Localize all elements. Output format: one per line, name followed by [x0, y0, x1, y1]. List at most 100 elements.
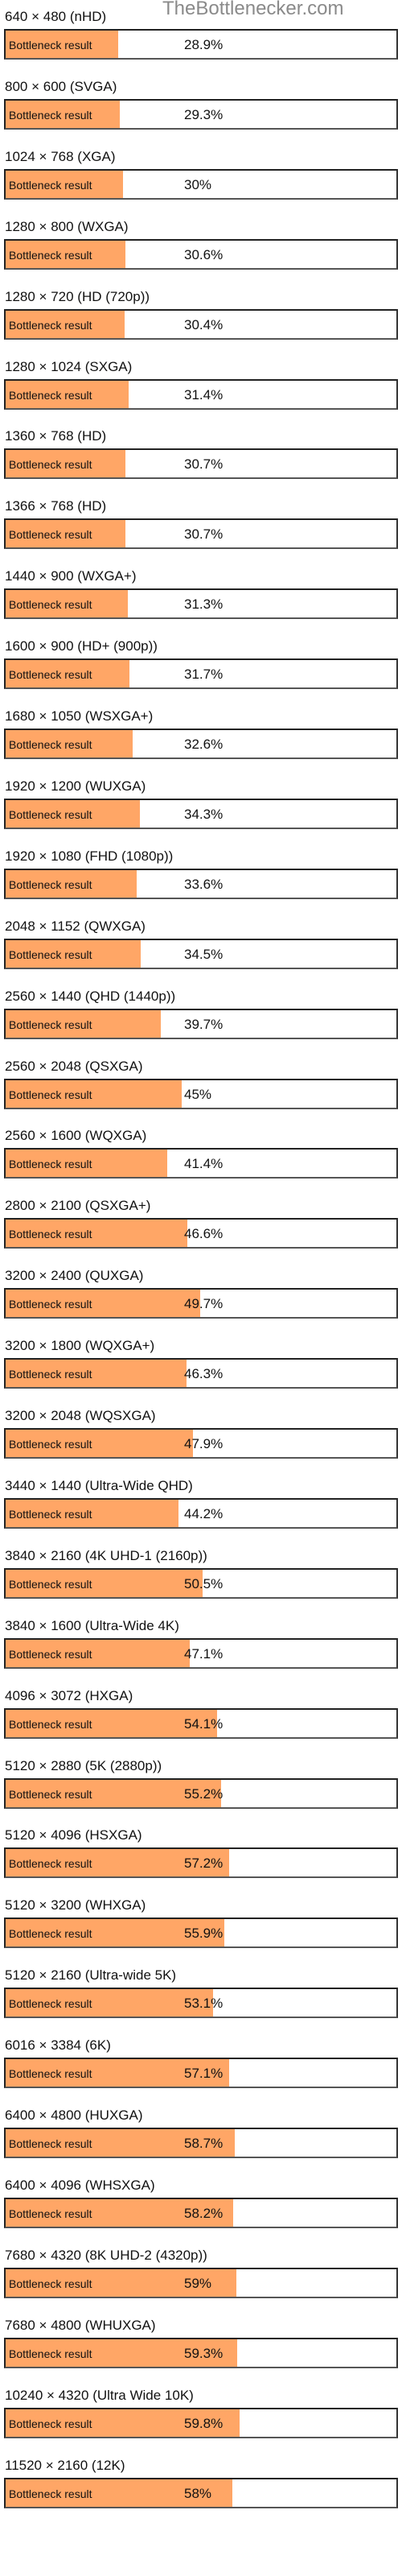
- resolution-row: 2560 × 1440 (QHD (1440p)) Bottleneck resu…: [0, 989, 402, 1059]
- resolution-label: 1440 × 900 (WXGA+): [5, 568, 137, 584]
- bottleneck-value: 45%: [184, 1086, 212, 1102]
- resolution-row: 3200 × 2400 (QUXGA) Bottleneck result 49.7…: [0, 1268, 402, 1339]
- bottleneck-result-label: Bottleneck result: [9, 2417, 92, 2430]
- bottleneck-result-label: Bottleneck result: [9, 1927, 92, 1941]
- bottleneck-result-label: Bottleneck result: [9, 1438, 92, 1451]
- resolution-row: 1024 × 768 (XGA) Bottleneck result 30%: [0, 149, 402, 220]
- resolution-row: 1366 × 768 (HD) Bottleneck result 30.7%: [0, 498, 402, 569]
- resolution-row: 1360 × 768 (HD) Bottleneck result 30.7%: [0, 428, 402, 499]
- bottleneck-result-label: Bottleneck result: [9, 1507, 92, 1521]
- bottleneck-result-label: Bottleneck result: [9, 1088, 92, 1101]
- bottleneck-result-label: Bottleneck result: [9, 877, 92, 891]
- bottleneck-bar: Bottleneck result 31.3%: [4, 588, 398, 620]
- resolution-label: 3200 × 1800 (WQXGA+): [5, 1338, 155, 1354]
- bottleneck-value: 30.7%: [184, 456, 224, 473]
- resolution-row: 5120 × 2160 (Ultra-wide 5K) Bottleneck re…: [0, 1967, 402, 2038]
- bottleneck-result-label: Bottleneck result: [9, 458, 92, 472]
- bottleneck-bar: Bottleneck result 58.7%: [4, 2128, 398, 2158]
- resolution-row: 2560 × 1600 (WQXGA) Bottleneck result 41.4…: [0, 1128, 402, 1199]
- bottleneck-bar: Bottleneck result 34.3%: [4, 798, 398, 829]
- resolution-label: 800 × 600 (SVGA): [5, 78, 117, 94]
- resolution-row: 1680 × 1050 (WSXGA+) Bottleneck result 32.…: [0, 708, 402, 779]
- bottleneck-result-label: Bottleneck result: [9, 1717, 92, 1731]
- bottleneck-value: 34.5%: [184, 946, 224, 962]
- bottleneck-bar: Bottleneck result 41.4%: [4, 1148, 398, 1179]
- bottleneck-bar: Bottleneck result 46.6%: [4, 1218, 398, 1249]
- bottleneck-bar: Bottleneck result 55.9%: [4, 1918, 398, 1949]
- bottleneck-bar: Bottleneck result 34.5%: [4, 938, 398, 969]
- bottleneck-result-label: Bottleneck result: [9, 1158, 92, 1171]
- bottleneck-result-label: Bottleneck result: [9, 388, 92, 402]
- bottleneck-value: 31.4%: [184, 386, 224, 402]
- bottleneck-bar: Bottleneck result 59%: [4, 2267, 398, 2298]
- bottleneck-value: 50.5%: [184, 1575, 224, 1591]
- bottleneck-result-label: Bottleneck result: [9, 947, 92, 961]
- resolution-row: 1280 × 800 (WXGA) Bottleneck result 30.6%: [0, 219, 402, 290]
- resolution-row: 2048 × 1152 (QWXGA) Bottleneck result 34.5…: [0, 919, 402, 989]
- bottleneck-value: 59.3%: [184, 2345, 224, 2361]
- resolution-row: 1440 × 900 (WXGA+) Bottleneck result 31.3%: [0, 568, 402, 639]
- resolution-label: 1680 × 1050 (WSXGA+): [5, 708, 154, 724]
- bottleneck-value: 57.1%: [184, 2066, 224, 2082]
- resolution-label: 10240 × 4320 (Ultra Wide 10K): [5, 2387, 194, 2403]
- bottleneck-bar: Bottleneck result 32.6%: [4, 729, 398, 759]
- resolution-label: 1024 × 768 (XGA): [5, 148, 116, 164]
- resolution-row: 6400 × 4800 (HUXGA) Bottleneck result 58.7…: [0, 2107, 402, 2178]
- bottleneck-result-label: Bottleneck result: [9, 178, 92, 192]
- resolution-row: 6400 × 4096 (WHSXGA) Bottleneck result 58.…: [0, 2178, 402, 2248]
- bottleneck-bar: Bottleneck result 30.7%: [4, 518, 398, 550]
- resolution-row: 640 × 480 (nHD) Bottleneck result 28.9%: [0, 9, 402, 80]
- resolution-label: 5120 × 2160 (Ultra-wide 5K): [5, 1967, 177, 1984]
- bottleneck-value: 39.7%: [184, 1016, 224, 1032]
- resolution-row: 1920 × 1200 (WUXGA) Bottleneck result 34.3…: [0, 778, 402, 849]
- resolution-label: 2560 × 1600 (WQXGA): [5, 1128, 147, 1144]
- resolution-label: 640 × 480 (nHD): [5, 9, 107, 24]
- resolution-row: 5120 × 2880 (5K (2880p)) Bottleneck resul…: [0, 1758, 402, 1829]
- resolution-row: 4096 × 3072 (HXGA) Bottleneck result 54.1%: [0, 1688, 402, 1759]
- resolution-label: 1280 × 720 (HD (720p)): [5, 288, 150, 304]
- bottleneck-value: 47.9%: [184, 1436, 224, 1451]
- resolution-label: 2560 × 1440 (QHD (1440p)): [5, 988, 176, 1004]
- bottleneck-bar: Bottleneck result 30.4%: [4, 308, 398, 340]
- bottleneck-result-label: Bottleneck result: [9, 1857, 92, 1871]
- bottleneck-bar: Bottleneck result 59.8%: [4, 2407, 398, 2438]
- bottleneck-bar: Bottleneck result 45%: [4, 1078, 398, 1109]
- resolution-row: 6016 × 3384 (6K) Bottleneck result 57.1%: [0, 2037, 402, 2108]
- bottleneck-value: 55.9%: [184, 1926, 224, 1942]
- resolution-label: 6016 × 3384 (6K): [5, 2037, 111, 2054]
- bottleneck-bar: Bottleneck result 59.3%: [4, 2337, 398, 2368]
- bottleneck-result-label: Bottleneck result: [9, 1577, 92, 1591]
- bottleneck-bar: Bottleneck result 39.7%: [4, 1008, 398, 1039]
- resolution-label: 2048 × 1152 (QWXGA): [5, 918, 146, 934]
- bottleneck-value: 58.2%: [184, 2205, 224, 2221]
- bottleneck-bar: Bottleneck result 46.3%: [4, 1358, 398, 1389]
- bottleneck-result-label: Bottleneck result: [9, 1018, 92, 1031]
- resolution-row: 800 × 600 (SVGA) Bottleneck result 29.3%: [0, 79, 402, 150]
- bottleneck-bar: Bottleneck result 28.9%: [4, 29, 398, 60]
- resolution-label: 3840 × 1600 (Ultra-Wide 4K): [5, 1617, 179, 1633]
- resolution-row: 1280 × 720 (HD (720p)) Bottleneck result 3…: [0, 289, 402, 360]
- resolution-label: 2560 × 2048 (QSXGA): [5, 1058, 143, 1074]
- bottleneck-value: 44.2%: [184, 1505, 224, 1521]
- bottleneck-result-label: Bottleneck result: [9, 39, 92, 52]
- bottleneck-value: 53.1%: [184, 1996, 224, 2012]
- bottleneck-result-label: Bottleneck result: [9, 738, 92, 751]
- bottleneck-value: 30.4%: [184, 316, 224, 332]
- resolution-label: 1600 × 900 (HD+ (900p)): [5, 638, 158, 654]
- bottleneck-value: 49.7%: [184, 1296, 224, 1312]
- resolution-label: 5120 × 2880 (5K (2880p)): [5, 1757, 162, 1773]
- bottleneck-result-label: Bottleneck result: [9, 248, 92, 262]
- resolution-row: 3840 × 1600 (Ultra-Wide 4K) Bottleneck re…: [0, 1618, 402, 1689]
- resolution-label: 4096 × 3072 (HXGA): [5, 1687, 133, 1703]
- bottleneck-bar: Bottleneck result 55.2%: [4, 1777, 398, 1809]
- bottleneck-value: 41.4%: [184, 1156, 224, 1172]
- bottleneck-result-label: Bottleneck result: [9, 1298, 92, 1311]
- bottleneck-value: 30.7%: [184, 526, 224, 543]
- bottleneck-bar: Bottleneck result 58%: [4, 2477, 398, 2508]
- bottleneck-bar: Bottleneck result 47.9%: [4, 1428, 398, 1459]
- bottleneck-value: 34.3%: [184, 806, 224, 822]
- bottleneck-result-label: Bottleneck result: [9, 2487, 92, 2500]
- resolution-label: 3840 × 2160 (4K UHD-1 (2160p)): [5, 1547, 207, 1563]
- resolution-row: 1920 × 1080 (FHD (1080p)) Bottleneck resu…: [0, 848, 402, 919]
- resolution-label: 1920 × 1080 (FHD (1080p)): [5, 848, 174, 864]
